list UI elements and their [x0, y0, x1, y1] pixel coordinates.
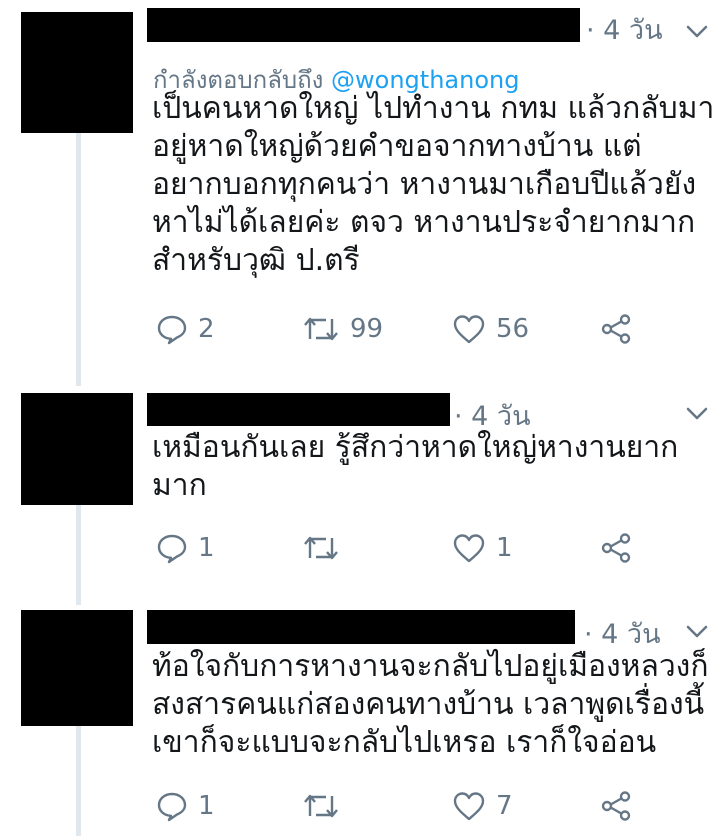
tweet-text: เหมือนกันเลย รู้สึกว่าหาดใหญ่หางานยาก มา…	[152, 429, 678, 505]
tweet-timestamp[interactable]: · 4 วัน	[586, 8, 663, 51]
retweet-icon	[304, 794, 338, 818]
reply-icon	[157, 534, 187, 564]
tweet[interactable]: · 4 วัน กำลังตอบกลับถึง @wongthanong เป็…	[0, 0, 728, 386]
tweet-actions: 2 99 56	[156, 313, 656, 345]
tweet[interactable]: · 4 วัน เหมือนกันเลย รู้สึกว่าหาดใหญ่หาง…	[0, 386, 728, 604]
tweet-text-line: หาไม่ได้เลยค่ะ ตจว หางานประจำยากมาก	[152, 205, 696, 240]
avatar[interactable]	[21, 393, 133, 505]
tweet-text-line: ท้อใจกับการหางานจะกลับไปอยู่เมืองหลวงก็	[152, 649, 709, 684]
retweet-icon	[304, 317, 338, 341]
tweet-actions: 1 1	[156, 532, 656, 564]
tweet-text-line: เป็นคนหาดใหญ่ ไปทำงาน กทม แล้วกลับมา	[152, 91, 715, 126]
redacted-author-name[interactable]	[147, 610, 575, 644]
like-count: 1	[496, 533, 513, 563]
reply-button[interactable]: 2	[156, 313, 215, 345]
share-button[interactable]	[600, 313, 632, 345]
like-count: 7	[496, 791, 513, 821]
reply-count: 1	[198, 791, 215, 821]
avatar[interactable]	[21, 12, 133, 133]
reply-icon	[157, 792, 187, 822]
tweet-actions: 1 7	[156, 790, 656, 822]
tweet[interactable]: · 4 วัน ท้อใจกับการหางานจะกลับไปอยู่เมือ…	[0, 604, 728, 836]
chevron-down-icon[interactable]	[683, 22, 711, 42]
tweet-text-line: อยู่หาดใหญ่ด้วยคำขอจากทางบ้าน แต่	[152, 129, 642, 164]
tweet-text-line: เขาก็จะแบบจะกลับไปเหรอ เราก็ใจอ่อน	[152, 725, 657, 760]
heart-icon	[453, 792, 485, 821]
tweet-text-line: เหมือนกันเลย รู้สึกว่าหาดใหญ่หางานยาก	[152, 430, 679, 465]
retweet-icon	[304, 536, 338, 560]
reply-button[interactable]: 1	[156, 532, 215, 564]
share-icon	[601, 314, 631, 344]
tweet-text-line: สำหรับวุฒิ ป.ตรี	[152, 243, 360, 278]
share-button[interactable]	[600, 532, 632, 564]
like-button[interactable]: 56	[452, 313, 529, 345]
retweet-button[interactable]: 99	[302, 313, 383, 345]
reply-count: 1	[198, 533, 215, 563]
reply-count: 2	[198, 314, 215, 344]
retweet-count: 99	[350, 314, 384, 344]
tweet-text-line: อยากบอกทุกคนว่า หางานมาเกือบปีแล้วยัง	[152, 167, 697, 202]
reply-icon	[157, 315, 187, 345]
chevron-down-icon[interactable]	[683, 404, 711, 424]
heart-icon	[453, 315, 485, 344]
like-button[interactable]: 1	[452, 532, 513, 564]
share-icon	[601, 791, 631, 821]
like-button[interactable]: 7	[452, 790, 513, 822]
avatar[interactable]	[21, 610, 133, 726]
tweet-text: เป็นคนหาดใหญ่ ไปทำงาน กทม แล้วกลับมา อยู…	[152, 90, 714, 280]
redacted-author-name[interactable]	[147, 393, 450, 426]
redacted-author-name[interactable]	[147, 8, 580, 42]
chevron-down-icon[interactable]	[683, 622, 711, 642]
tweet-text-line: มาก	[152, 468, 207, 503]
reply-button[interactable]: 1	[156, 790, 215, 822]
tweet-text: ท้อใจกับการหางานจะกลับไปอยู่เมืองหลวงก็ …	[152, 648, 709, 762]
tweet-text-line: สงสารคนแก่สองคนทางบ้าน เวลาพูดเรื่องนี้	[152, 687, 705, 722]
heart-icon	[453, 534, 485, 563]
like-count: 56	[496, 314, 530, 344]
retweet-button[interactable]	[302, 532, 350, 564]
retweet-button[interactable]	[302, 790, 350, 822]
share-icon	[601, 533, 631, 563]
share-button[interactable]	[600, 790, 632, 822]
